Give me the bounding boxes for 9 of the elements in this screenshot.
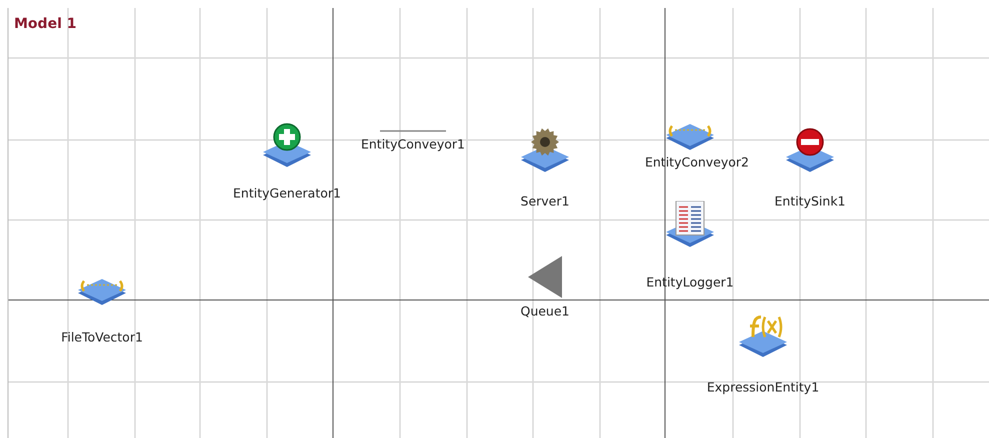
block-label: FileToVector1 — [61, 330, 143, 344]
conveyor-line[interactable] — [380, 129, 446, 133]
block-label: Server1 — [520, 194, 570, 208]
block-label: Queue1 — [520, 304, 570, 318]
block-label: EntityConveyor1 — [360, 136, 466, 152]
block-label: ExpressionEntity1 — [706, 380, 820, 394]
triangle-icon[interactable] — [528, 256, 562, 298]
model-title: Model 1 — [14, 16, 76, 32]
block-label: EntitySink1 — [774, 194, 846, 208]
